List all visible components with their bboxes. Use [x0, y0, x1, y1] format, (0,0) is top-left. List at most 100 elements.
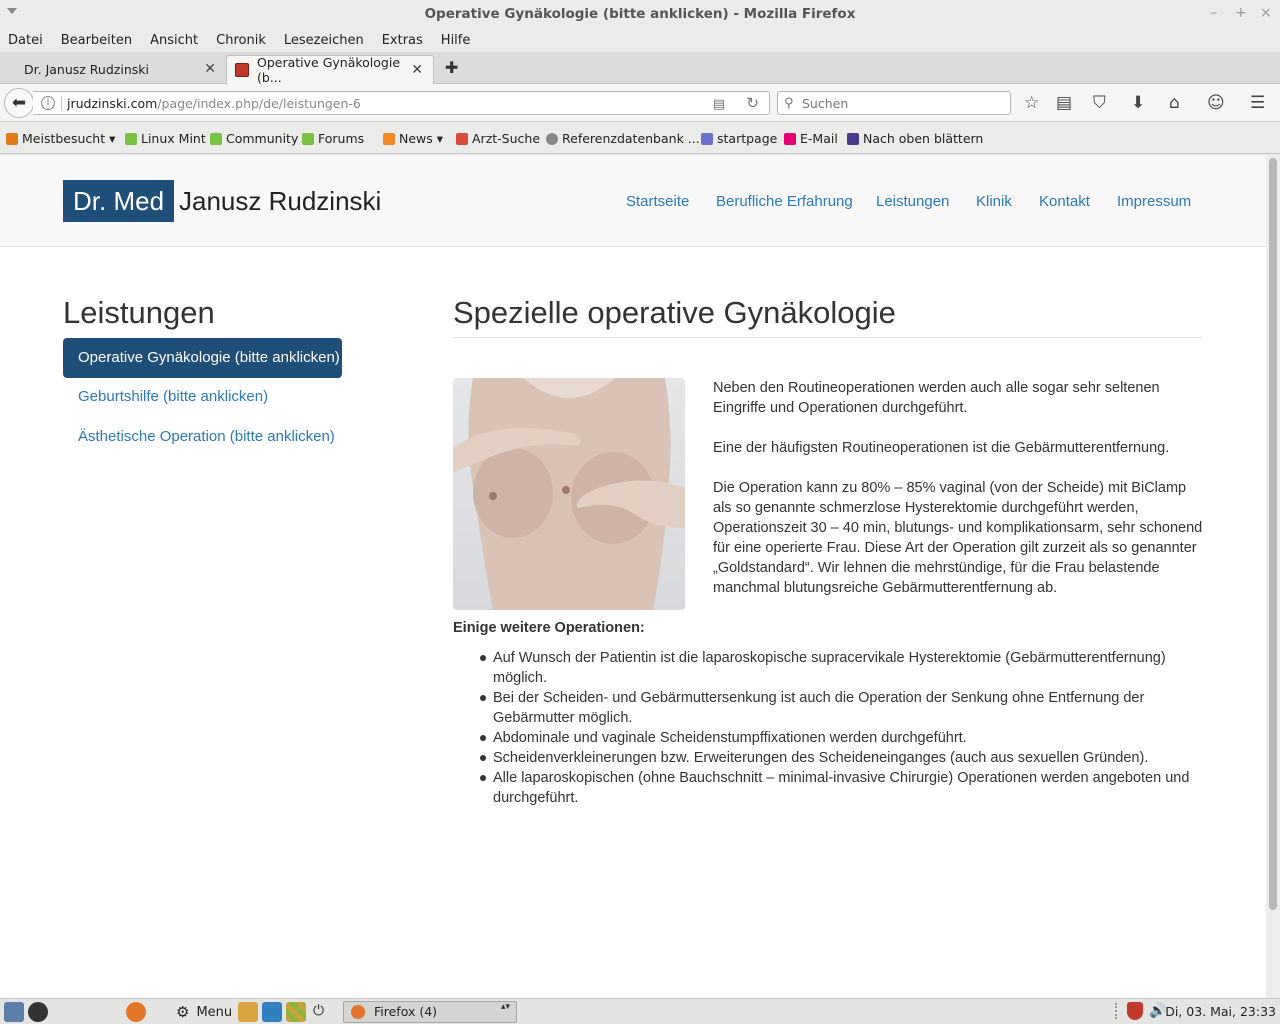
nav-klinik[interactable]: Klinik	[976, 193, 1012, 210]
list-item: Auf Wunsch der Patientin ist die laparos…	[480, 648, 1203, 688]
pointer-icon[interactable]	[262, 1002, 282, 1022]
nav-kontakt[interactable]: Kontakt	[1039, 193, 1090, 210]
checker-icon[interactable]	[286, 1002, 306, 1022]
download-icon[interactable]: ⬇	[1131, 93, 1145, 113]
operations-list: Auf Wunsch der Patientin ist die laparos…	[480, 648, 1203, 808]
bookmark-label: Referenzdatenbank ...	[562, 131, 700, 146]
tab-label: Operative Gynäkologie (b...	[257, 55, 401, 85]
chat-icon[interactable]: ☺	[1207, 93, 1225, 113]
pocket-icon[interactable]: ⛉	[1093, 93, 1106, 113]
bookmark-news[interactable]: News ▾	[383, 131, 443, 146]
bookmark-label: News ▾	[399, 131, 444, 146]
nav-impressum[interactable]: Impressum	[1117, 193, 1191, 210]
home-icon[interactable]: ⌂	[1169, 93, 1180, 113]
shield-icon[interactable]	[1127, 1002, 1143, 1020]
hamburger-menu-icon[interactable]: ☰	[1250, 93, 1265, 113]
url-text[interactable]: jrudzinski.com/page/index.php/de/leistun…	[67, 96, 361, 111]
taskbar: ⚙ Menu ⏻ Firefox (4) ▴▾ 🔊 Di, 03. Mai, 23…	[0, 998, 1280, 1024]
show-desktop-icon[interactable]	[4, 1002, 24, 1022]
bookmark-email[interactable]: E-Mail	[784, 131, 838, 146]
bookmark-label: Nach oben blättern	[863, 131, 984, 146]
maximize-icon[interactable]: +	[1235, 5, 1247, 21]
bookmark-label: Arzt-Suche	[472, 131, 541, 146]
reader-view-icon[interactable]: ▤	[713, 96, 725, 112]
firefox-launcher-icon[interactable]	[126, 1002, 146, 1022]
tab-operative-gynaekologie[interactable]: Operative Gynäkologie (b... ✕	[226, 55, 434, 85]
sidebar-item-geburtshilfe[interactable]: Geburtshilfe (bitte anklicken)	[78, 388, 268, 405]
nav-berufliche-erfahrung[interactable]: Berufliche Erfahrung	[716, 193, 853, 210]
search-icon: ⚲	[784, 95, 794, 110]
menu-bearbeiten[interactable]: Bearbeiten	[61, 33, 132, 48]
site-info-icon[interactable]: i	[41, 96, 55, 110]
folder-icon	[6, 132, 18, 145]
minimize-icon[interactable]: –	[1210, 5, 1217, 21]
bookmark-arzt-suche[interactable]: Arzt-Suche	[456, 131, 540, 146]
tab-dr-janusz-rudzinski[interactable]: Dr. Janusz Rudzinski ✕	[0, 55, 226, 84]
clock[interactable]: Di, 03. Mai, 23:33	[1165, 1004, 1276, 1019]
url-domain: jrudzinski.com	[67, 96, 158, 111]
menu-ansicht[interactable]: Ansicht	[150, 33, 198, 48]
menu-button[interactable]: ⚙ Menu	[176, 1003, 232, 1021]
paint-icon[interactable]	[238, 1002, 258, 1022]
volume-icon[interactable]: 🔊	[1149, 1002, 1166, 1019]
power-icon[interactable]: ⏻	[313, 1002, 324, 1019]
task-arrows-icon: ▴▾	[500, 1002, 510, 1012]
bookmark-linux-mint[interactable]: Linux Mint	[125, 131, 206, 146]
close-window-icon[interactable]: ×	[1260, 5, 1272, 21]
bookmark-label: startpage	[717, 131, 778, 146]
brand-logo-box[interactable]: Dr. Med	[63, 180, 175, 222]
sidebar-item-aesthetische-operation[interactable]: Ästhetische Operation (bitte anklicken)	[78, 428, 335, 445]
bookmark-meistbesucht[interactable]: Meistbesucht ▾	[6, 131, 115, 146]
sidebar-item-operative-gynaekologie[interactable]: Operative Gynäkologie (bitte anklicken)	[63, 338, 342, 378]
bookmark-startpage[interactable]: startpage	[701, 131, 777, 146]
taskbar-firefox-task[interactable]: Firefox (4) ▴▾	[343, 1001, 517, 1023]
menu-datei[interactable]: Datei	[8, 33, 43, 48]
web-content: Dr. Med Janusz Rudzinski Startseite Beru…	[0, 155, 1266, 998]
search-input[interactable]: ⚲ Suchen	[777, 91, 1011, 115]
menu-hilfe[interactable]: Hilfe	[441, 33, 471, 48]
bookmark-community[interactable]: Community	[210, 131, 298, 146]
vertical-scrollbar[interactable]	[1266, 155, 1280, 998]
tab-close-icon[interactable]: ✕	[411, 62, 423, 78]
bao-icon	[456, 132, 468, 145]
nav-startseite[interactable]: Startseite	[626, 193, 689, 210]
globe-icon	[546, 132, 558, 145]
menu-extras[interactable]: Extras	[382, 33, 423, 48]
media-player-icon[interactable]	[28, 1002, 48, 1022]
mint-icon	[302, 132, 314, 145]
url-bar[interactable]: i jrudzinski.com/page/index.php/de/leist…	[33, 91, 770, 115]
menubar: Datei Bearbeiten Ansicht Chronik Lesezei…	[0, 28, 1280, 52]
window-menu-icon[interactable]	[7, 8, 17, 14]
mint-icon	[125, 132, 137, 145]
brand-name[interactable]: Janusz Rudzinski	[179, 180, 381, 222]
bookmark-referenzdatenbank[interactable]: Referenzdatenbank ...	[546, 131, 700, 146]
menu-lesezeichen[interactable]: Lesezeichen	[284, 33, 364, 48]
new-tab-icon[interactable]: ✚	[445, 58, 458, 78]
url-path: /page/index.php/de/leistungen-6	[157, 96, 361, 111]
star-icon[interactable]: ☆	[1024, 93, 1039, 113]
reading-list-icon[interactable]: ▤	[1056, 93, 1072, 113]
paragraph-routine: Eine der häufigsten Routineoperationen i…	[713, 440, 1170, 456]
tabbar: Dr. Janusz Rudzinski ✕ Operative Gynäkol…	[0, 52, 1280, 85]
bookmark-label: Forums	[318, 131, 365, 146]
bookmark-label: Linux Mint	[141, 131, 206, 146]
nav-leistungen[interactable]: Leistungen	[876, 193, 949, 210]
bookmark-forums[interactable]: Forums	[302, 131, 364, 146]
navigation-toolbar: ⬅ i jrudzinski.com/page/index.php/de/lei…	[0, 84, 1280, 122]
tray-handle	[1115, 1003, 1123, 1019]
list-item: Abdominale und vaginale Scheidenstumpffi…	[480, 728, 1203, 748]
list-heading: Einige weitere Operationen:	[453, 620, 645, 636]
bookmark-nach-oben[interactable]: Nach oben blättern	[847, 131, 983, 146]
firefox-icon	[351, 1005, 365, 1019]
bookmark-label: E-Mail	[800, 131, 838, 146]
reload-icon[interactable]: ↻	[746, 94, 759, 112]
scrollbar-thumb[interactable]	[1269, 158, 1277, 910]
tab-close-icon[interactable]: ✕	[204, 61, 216, 77]
bookmark-label: Meistbesucht ▾	[22, 131, 116, 146]
menu-chronik[interactable]: Chronik	[216, 33, 266, 48]
torso-photo	[453, 378, 685, 610]
url-separator	[61, 96, 62, 111]
back-button[interactable]: ⬅	[4, 88, 34, 118]
title-divider	[453, 337, 1202, 338]
startpage-icon	[701, 132, 713, 145]
